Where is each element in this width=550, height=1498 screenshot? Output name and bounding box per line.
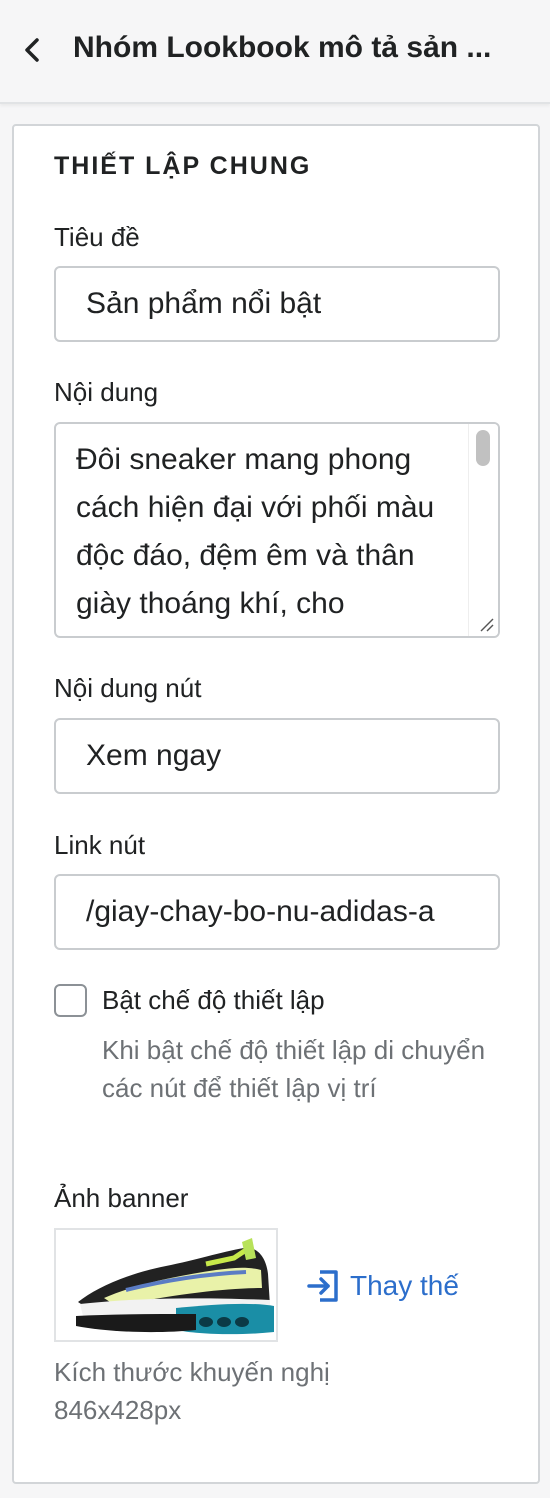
page-title: Nhóm Lookbook mô tả sản ...: [73, 31, 492, 64]
replace-image-button[interactable]: Thay thế: [306, 1266, 459, 1306]
setup-mode-help: Khi bật chế độ thiết lập di chuyển các n…: [102, 1035, 486, 1103]
setup-mode-label[interactable]: Bật chế độ thiết lập: [102, 983, 325, 1017]
back-button[interactable]: [14, 30, 50, 70]
banner-size-note: Kích thước khuyến nghị 846x428px: [54, 1357, 330, 1425]
title-label: Tiêu đề: [54, 222, 140, 252]
title-input[interactable]: Sản phẩm nổi bật: [54, 266, 500, 342]
button-text-input[interactable]: Xem ngay: [54, 718, 500, 794]
top-bar: Nhóm Lookbook mô tả sản ...: [0, 0, 550, 104]
textarea-scrollbar[interactable]: [468, 424, 498, 636]
button-link-label: Link nút: [54, 830, 146, 860]
replace-label: Thay thế: [350, 1270, 459, 1301]
banner-image[interactable]: [54, 1228, 278, 1342]
banner-label: Ảnh banner: [54, 1183, 189, 1213]
sneaker-image: [56, 1230, 276, 1340]
content-label: Nội dung: [54, 377, 159, 407]
setup-mode-checkbox[interactable]: [54, 984, 87, 1017]
button-text-label: Nội dung nút: [54, 673, 202, 703]
content-text: Đôi sneaker mang phong cách hiện đại với…: [76, 443, 435, 620]
import-icon: [307, 1270, 338, 1302]
scroll-thumb[interactable]: [476, 430, 490, 466]
chevron-left-icon: [25, 38, 39, 62]
content-textarea[interactable]: Đôi sneaker mang phong cách hiện đại với…: [54, 422, 500, 638]
section-title: THIẾT LẬP CHUNG: [54, 152, 312, 180]
resize-grip-icon[interactable]: [478, 616, 494, 632]
button-link-input[interactable]: /giay-chay-bo-nu-adidas-a: [54, 874, 500, 950]
